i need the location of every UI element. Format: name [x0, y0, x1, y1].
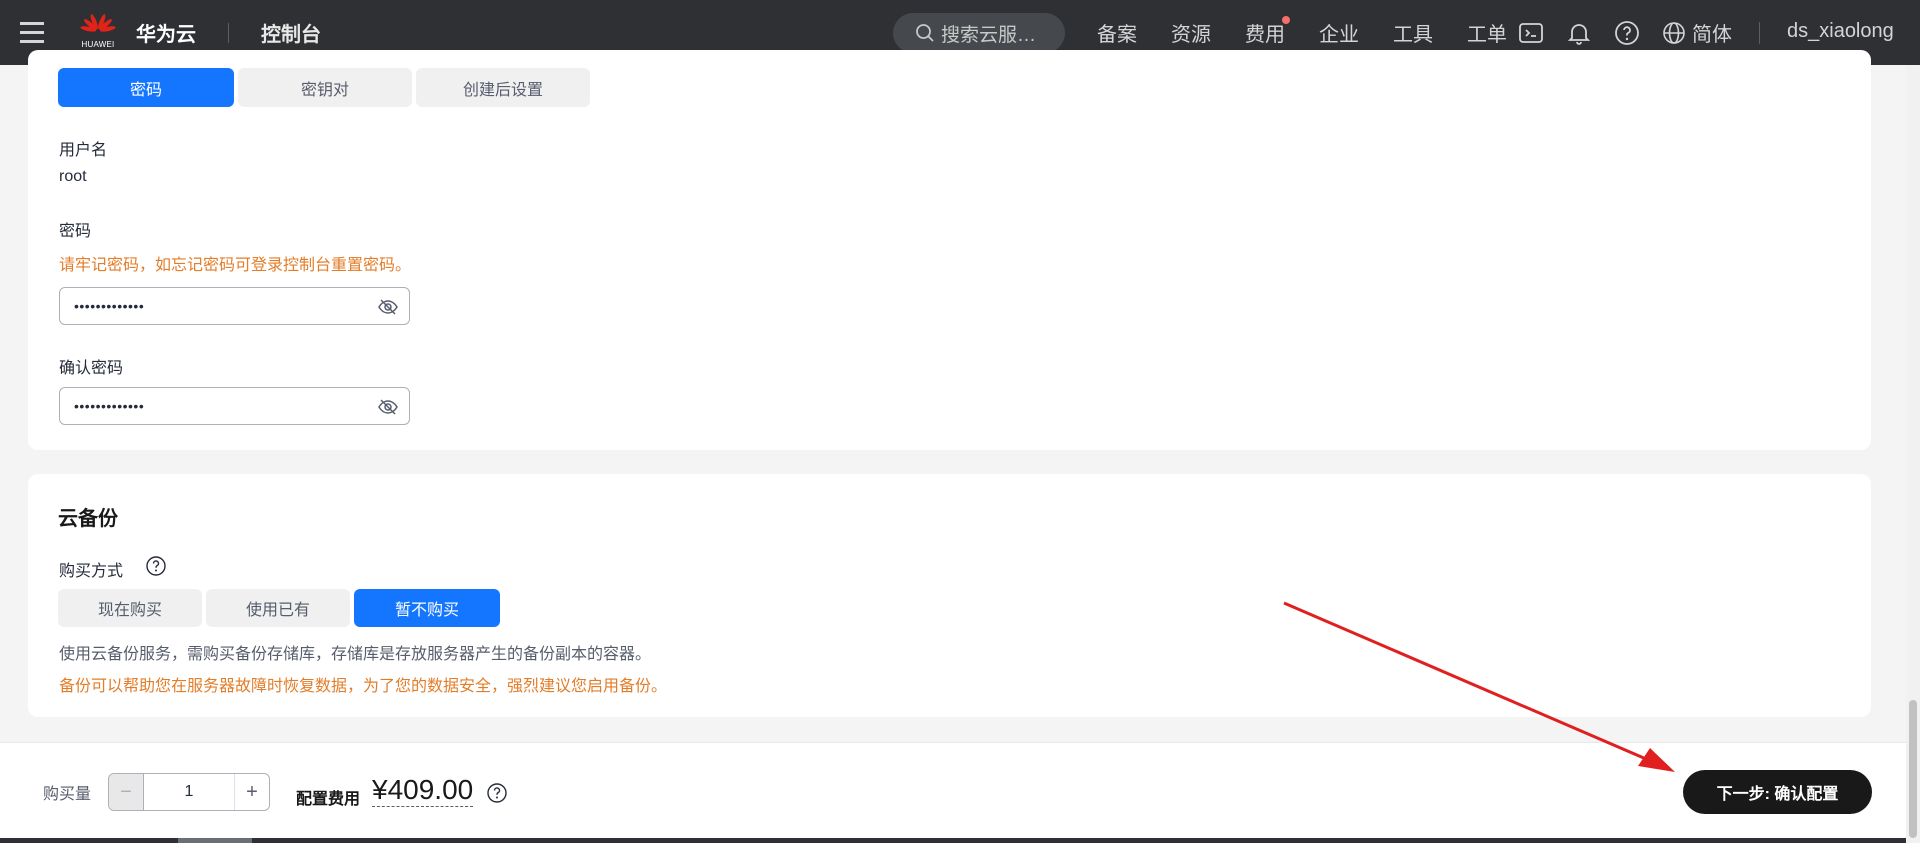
password-warning: 请牢记密码，如忘记密码可登录控制台重置密码。 [59, 257, 412, 274]
logo-sub-text: HUAWEI [81, 39, 115, 49]
quantity-label: 购买量 [43, 786, 92, 803]
search-icon [916, 24, 934, 42]
nav-item-tickets[interactable]: 工单 [1467, 18, 1507, 47]
tab-password[interactable]: 密码 [58, 68, 234, 107]
quantity-value[interactable]: 1 [144, 774, 234, 810]
option-do-not-buy[interactable]: 暂不购买 [354, 589, 500, 627]
help-circle-icon[interactable] [145, 555, 167, 577]
search-placeholder: 搜索云服… [941, 24, 1037, 46]
confirm-password-input-value: ••••••••••••• [74, 398, 145, 414]
horizontal-scrollbar-thumb[interactable] [178, 838, 252, 843]
username-value: root [59, 168, 87, 185]
tab-post-create-settings[interactable]: 创建后设置 [416, 68, 590, 107]
order-bottom-bar [0, 742, 1906, 838]
backup-warning: 备份可以帮助您在服务器故障时恢复数据，为了您的数据安全，强烈建议您启用备份。 [59, 678, 668, 695]
nav-divider [228, 22, 229, 43]
notification-dot [1282, 16, 1290, 24]
help-icon[interactable] [1614, 20, 1640, 46]
config-fee-value[interactable]: ¥409.00 [372, 774, 474, 807]
tab-keypair[interactable]: 密钥对 [238, 68, 412, 107]
language-switch[interactable]: 简体 [1662, 18, 1732, 47]
nav-item-billing-label: 费用 [1245, 24, 1285, 46]
confirm-password-input[interactable]: ••••••••••••• [59, 387, 410, 425]
fee-help-icon[interactable] [486, 782, 508, 804]
eye-hidden-icon[interactable] [377, 396, 399, 418]
nav-item-beian[interactable]: 备案 [1097, 18, 1137, 47]
cloud-backup-title: 云备份 [58, 508, 118, 530]
terminal-icon[interactable] [1518, 20, 1544, 46]
backup-hint: 使用云备份服务，需购买备份存储库，存储库是存放服务器产生的备份副本的容器。 [59, 646, 652, 663]
username-menu[interactable]: ds_xiaolong [1787, 20, 1894, 43]
huawei-logo-icon: HUAWEI [78, 13, 118, 53]
password-label: 密码 [59, 223, 92, 240]
purchase-method-label: 购买方式 [59, 563, 124, 580]
config-fee-label: 配置费用 [296, 791, 361, 808]
increment-button[interactable]: + [234, 774, 269, 810]
eye-hidden-icon[interactable] [377, 296, 399, 318]
username-label: 用户名 [59, 142, 108, 159]
nav-item-tools[interactable]: 工具 [1393, 18, 1433, 47]
next-confirm-config-button[interactable]: 下一步: 确认配置 [1683, 770, 1872, 814]
password-input[interactable]: ••••••••••••• [59, 287, 410, 325]
console-link[interactable]: 控制台 [261, 18, 321, 47]
login-method-tabs: 密码 密钥对 创建后设置 [58, 68, 594, 107]
confirm-password-label: 确认密码 [59, 360, 124, 377]
option-buy-now[interactable]: 现在购买 [58, 589, 202, 627]
vertical-scrollbar-thumb[interactable] [1909, 700, 1917, 838]
brand-name: 华为云 [136, 24, 196, 46]
huawei-cloud-logo[interactable]: HUAWEI 华为云 [78, 13, 196, 53]
decrement-button[interactable]: − [109, 774, 144, 810]
nav-item-enterprise[interactable]: 企业 [1319, 18, 1359, 47]
search-box[interactable]: 搜索云服… [893, 13, 1065, 53]
quantity-stepper[interactable]: − 1 + [108, 773, 270, 811]
nav-item-resources[interactable]: 资源 [1171, 18, 1211, 47]
nav-item-billing[interactable]: 费用 [1245, 16, 1290, 47]
language-label: 简体 [1692, 24, 1732, 46]
purchase-method-options: 现在购买 使用已有 暂不购买 [58, 589, 504, 627]
nav-divider-user [1759, 22, 1760, 44]
bell-icon[interactable] [1566, 20, 1592, 46]
password-input-value: ••••••••••••• [74, 298, 145, 314]
option-use-existing[interactable]: 使用已有 [206, 589, 350, 627]
globe-icon [1663, 21, 1685, 44]
horizontal-scrollbar[interactable] [0, 838, 1906, 843]
